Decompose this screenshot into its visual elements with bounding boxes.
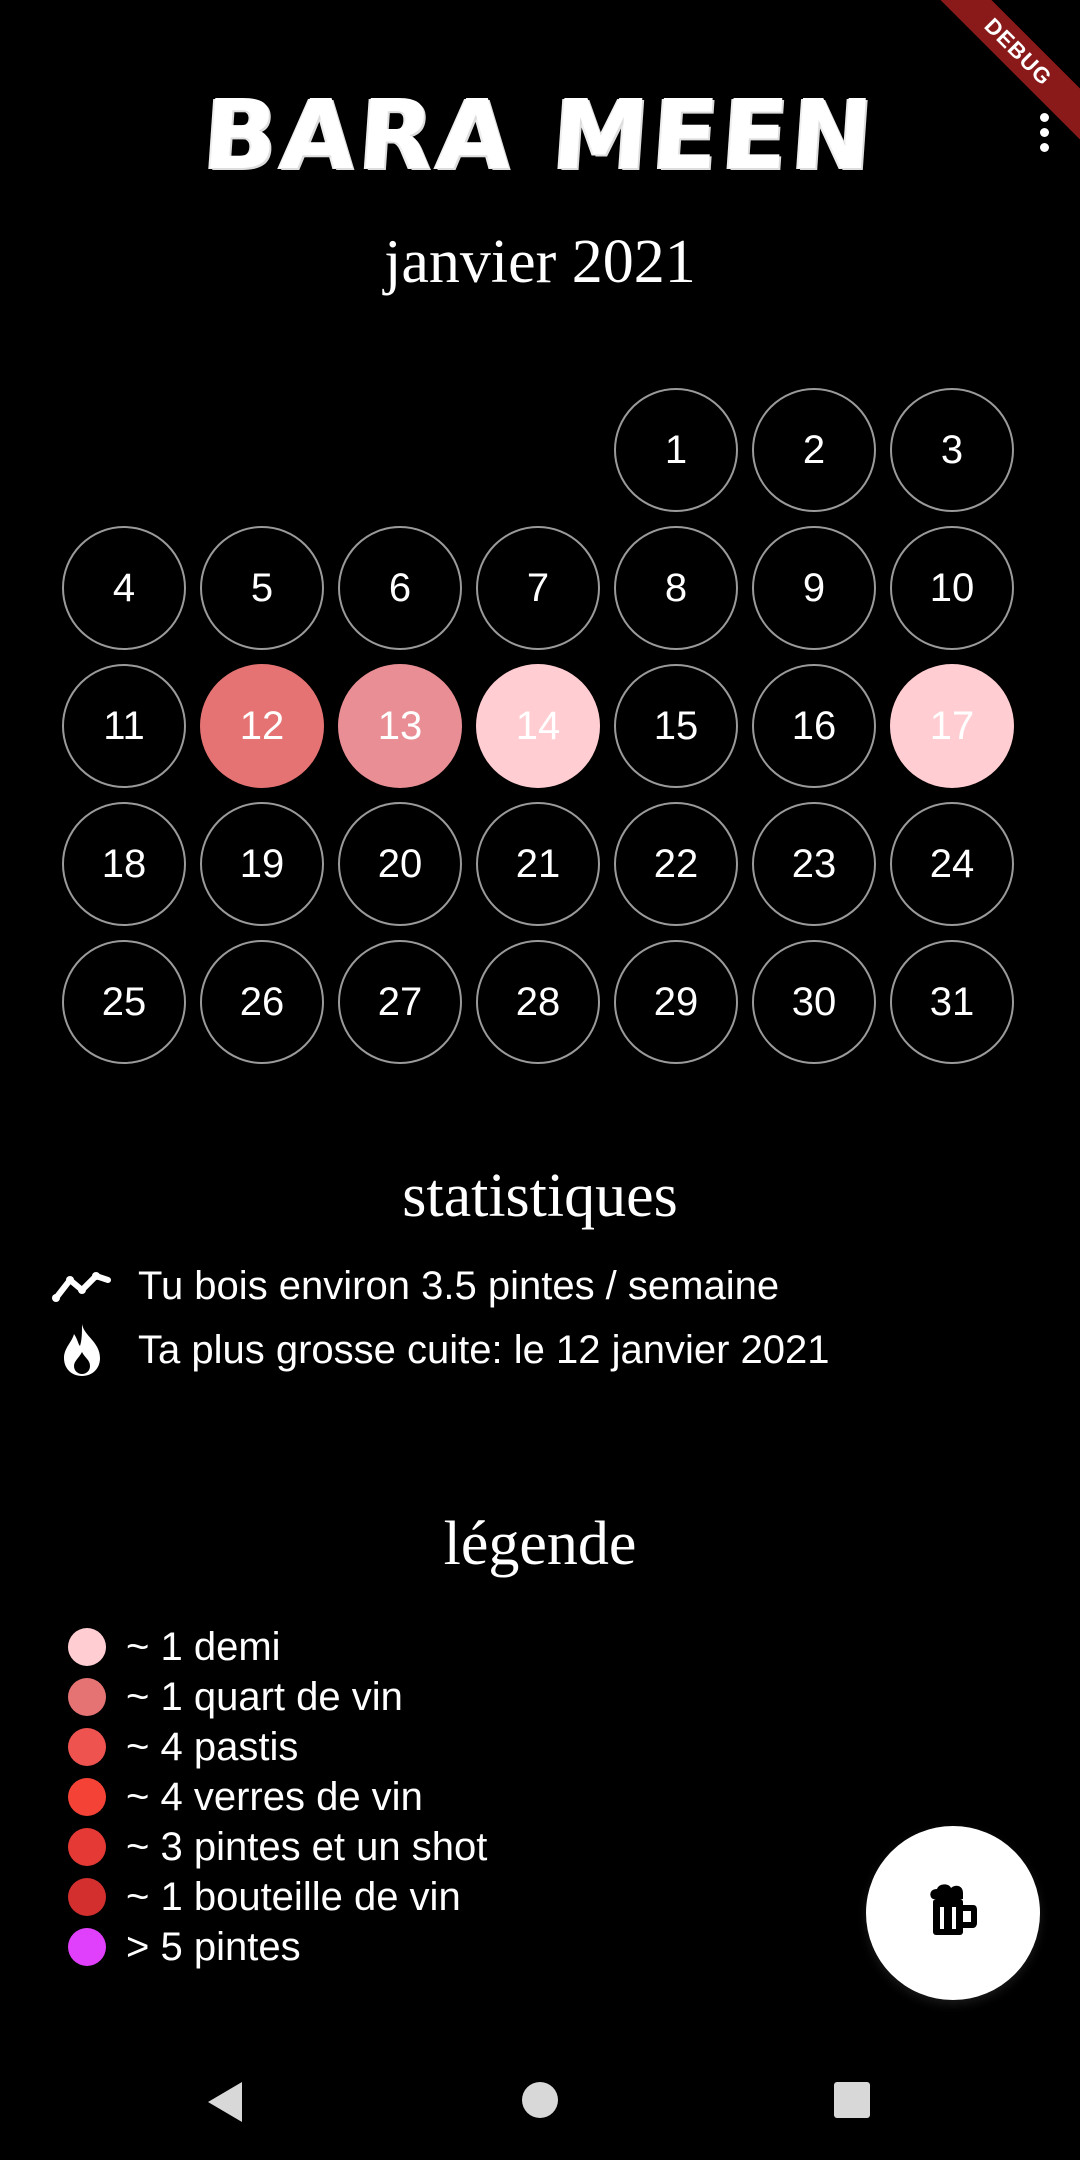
calendar-blank [338,388,462,512]
legend-color-dot [68,1928,106,1966]
back-triangle-icon[interactable] [206,2080,246,2129]
beer-mug-icon [923,1881,983,1946]
legend-color-dot [68,1878,106,1916]
calendar-day[interactable]: 28 [476,940,600,1064]
calendar-day[interactable]: 31 [890,940,1014,1064]
overflow-menu-button[interactable] [1016,104,1072,160]
dot [1039,127,1049,137]
app-title: BARA MEEN [200,79,880,191]
trending-line-icon [50,1258,114,1314]
calendar-day[interactable]: 19 [200,802,324,926]
calendar-day[interactable]: 13 [338,664,462,788]
calendar-day[interactable]: 18 [62,802,186,926]
legend-color-dot [68,1828,106,1866]
calendar-day[interactable]: 27 [338,940,462,1064]
calendar-day[interactable]: 22 [614,802,738,926]
legend-item: ~ 3 pintes et un shot [68,1822,768,1872]
calendar-day[interactable]: 7 [476,526,600,650]
add-drink-button[interactable] [866,1826,1040,2000]
calendar-day[interactable]: 20 [338,802,462,926]
legend-item: ~ 1 quart de vin [68,1672,768,1722]
calendar-day[interactable]: 1 [614,388,738,512]
calendar-day[interactable]: 4 [62,526,186,650]
legend-label: ~ 1 bouteille de vin [126,1874,461,1919]
calendar-blank [476,388,600,512]
legend-color-dot [68,1678,106,1716]
calendar-grid: 1 2 3 4 5 6 7 8 9 10 11 12 13 14 15 16 17 18 19 20 21 22 23 24 2… [62,388,1022,1064]
legend-label: ~ 4 verres de vin [126,1774,423,1819]
calendar-day[interactable]: 15 [614,664,738,788]
calendar-day[interactable]: 8 [614,526,738,650]
calendar-day[interactable]: 26 [200,940,324,1064]
legend-color-dot [68,1628,106,1666]
calendar-day[interactable]: 11 [62,664,186,788]
stat-row: Tu bois environ 3.5 pintes / semaine [50,1254,1050,1318]
calendar-blank [200,388,324,512]
legend-label: ~ 3 pintes et un shot [126,1824,488,1869]
calendar-day[interactable]: 21 [476,802,600,926]
legend-label: ~ 1 demi [126,1624,281,1669]
legend-item: ~ 4 pastis [68,1722,768,1772]
calendar-day[interactable]: 23 [752,802,876,926]
legend-item: ~ 1 demi [68,1622,768,1672]
calendar-day[interactable]: 29 [614,940,738,1064]
calendar-day[interactable]: 25 [62,940,186,1064]
calendar-day[interactable]: 17 [890,664,1014,788]
calendar-day[interactable]: 9 [752,526,876,650]
calendar-day[interactable]: 2 [752,388,876,512]
calendar-blank [62,388,186,512]
calendar-day[interactable]: 6 [338,526,462,650]
home-circle-icon[interactable] [522,2082,558,2118]
legend-title: légende [443,1510,637,1578]
system-nav-bar [0,2040,1080,2160]
legend-label: > 5 pintes [126,1924,301,1969]
calendar-day[interactable]: 24 [890,802,1014,926]
legend-label: ~ 1 quart de vin [126,1674,403,1719]
calendar-day[interactable]: 10 [890,526,1014,650]
legend-list: ~ 1 demi ~ 1 quart de vin ~ 4 pastis ~ 4 ve… [68,1622,768,1972]
calendar-day[interactable]: 16 [752,664,876,788]
legend-item: ~ 1 bouteille de vin [68,1872,768,1922]
dot [1039,142,1049,152]
recent-square-icon[interactable] [834,2082,870,2118]
stat-row: Ta plus grosse cuite: le 12 janvier 2021 [50,1318,1050,1382]
stat-biggest-night: Ta plus grosse cuite: le 12 janvier 2021 [138,1327,830,1372]
calendar-day[interactable]: 5 [200,526,324,650]
legend-item: > 5 pintes [68,1922,768,1972]
legend-color-dot [68,1728,106,1766]
flame-icon [50,1322,114,1378]
calendar-day[interactable]: 30 [752,940,876,1064]
legend-label: ~ 4 pastis [126,1724,299,1769]
stat-weekly-average: Tu bois environ 3.5 pintes / semaine [138,1263,780,1308]
calendar-day[interactable]: 3 [890,388,1014,512]
dot [1039,112,1049,122]
stats-title: statistiques [402,1162,678,1230]
stats-list: Tu bois environ 3.5 pintes / semaine Ta … [50,1254,1050,1382]
calendar-day[interactable]: 12 [200,664,324,788]
calendar-day[interactable]: 14 [476,664,600,788]
legend-color-dot [68,1778,106,1816]
month-title: janvier 2021 [384,228,696,296]
legend-item: ~ 4 verres de vin [68,1772,768,1822]
